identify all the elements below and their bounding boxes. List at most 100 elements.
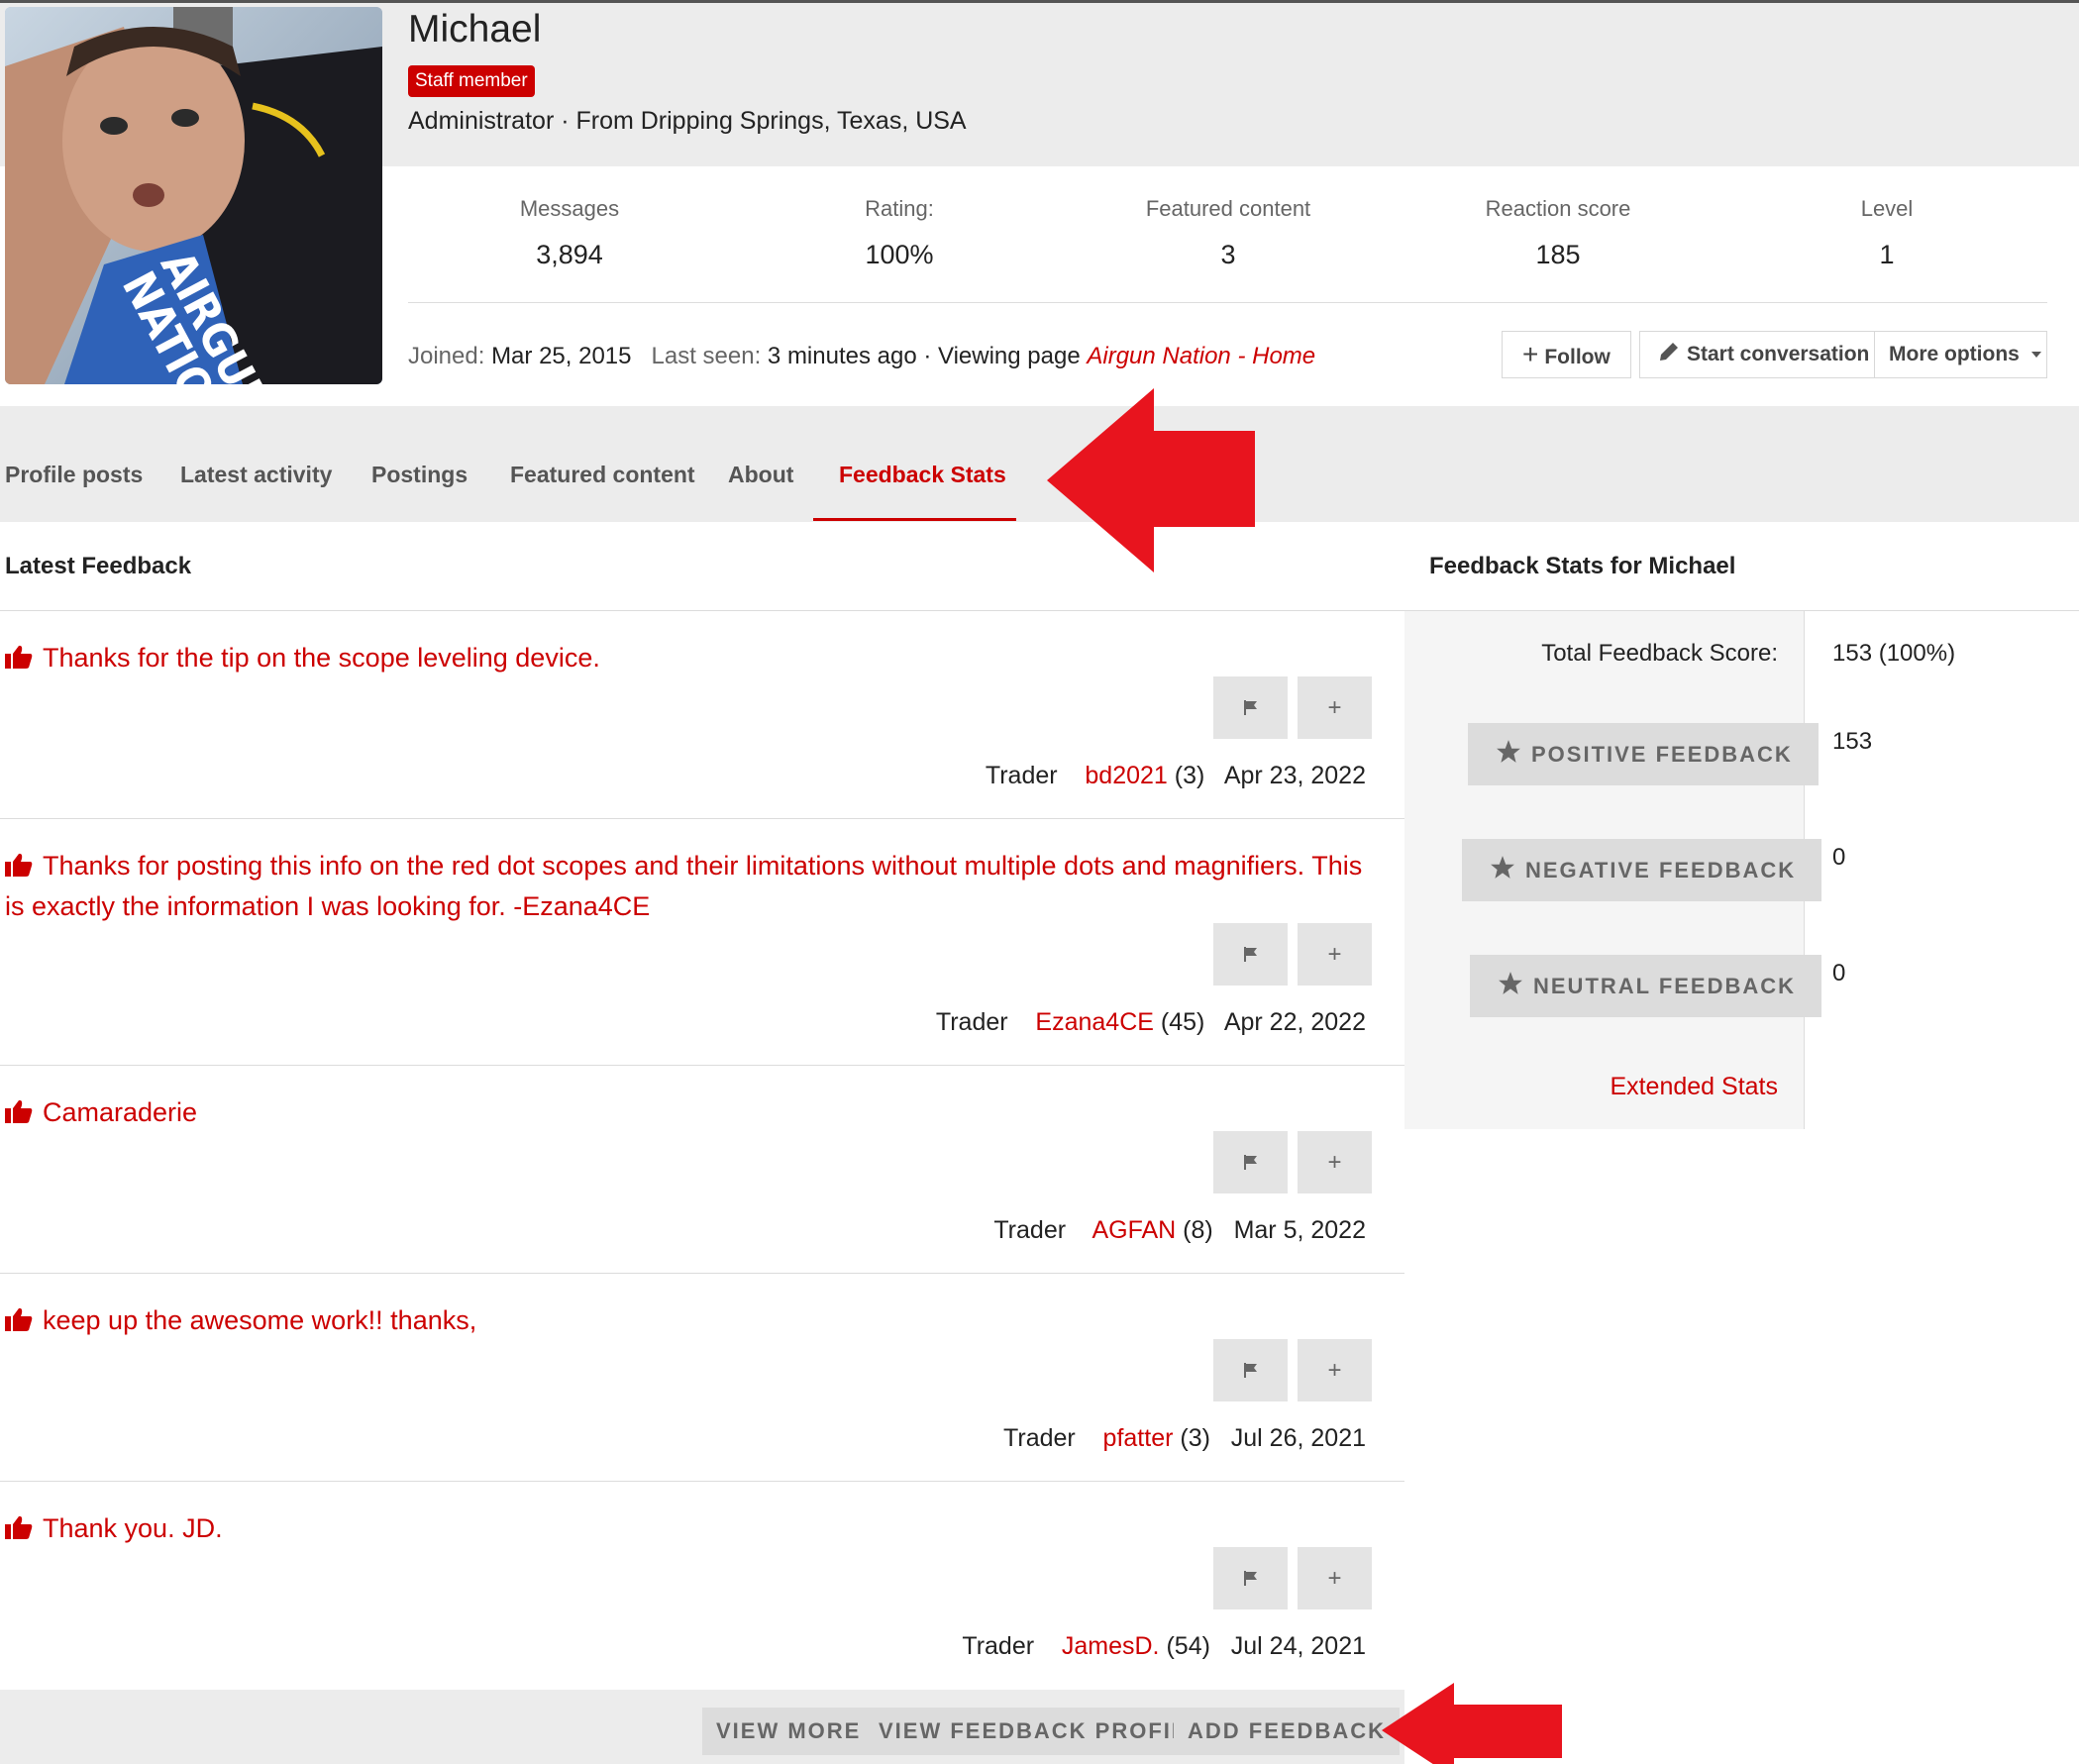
feedback-item-text: Thanks for the tip on the scope leveling… — [5, 639, 1372, 679]
flag-icon — [1243, 1565, 1259, 1592]
stat-value: 1 — [1879, 240, 1895, 269]
negative-feedback-value: 0 — [1832, 844, 1846, 871]
feedback-item-text: Camaraderie — [5, 1093, 1372, 1134]
add-reaction-button[interactable]: + — [1298, 1547, 1372, 1609]
feedback-stats-heading: Feedback Stats for Michael — [1429, 553, 1736, 579]
stat-messages[interactable]: Messages 3,894 — [421, 196, 718, 270]
tab-postings[interactable]: Postings — [371, 462, 468, 488]
view-more-button[interactable]: VIEW MORE — [702, 1708, 876, 1755]
stat-level[interactable]: Level 1 — [1738, 196, 2035, 270]
presence-line: Joined: Mar 25, 2015 Last seen: 3 minute… — [408, 343, 1315, 370]
more-options-button[interactable]: More options — [1874, 331, 2047, 378]
active-tab-indicator — [813, 518, 1016, 521]
divider — [0, 1481, 1404, 1482]
feedback-text: Thank you. JD. — [43, 1513, 223, 1543]
trader-name-link[interactable]: Ezana4CE — [1035, 1008, 1154, 1036]
report-button[interactable] — [1213, 1339, 1288, 1401]
stat-reaction-score[interactable]: Reaction score 185 — [1409, 196, 1707, 270]
trader-name-link[interactable]: JamesD. — [1062, 1632, 1160, 1660]
add-reaction-button[interactable]: + — [1298, 1131, 1372, 1193]
tab-featured-content[interactable]: Featured content — [510, 462, 695, 488]
negative-feedback-label: NEGATIVE FEEDBACK — [1525, 858, 1797, 882]
divider — [408, 302, 2047, 303]
neutral-feedback-value: 0 — [1832, 960, 1846, 986]
trader-role: Trader — [1003, 1424, 1076, 1452]
stat-label: Messages — [519, 196, 620, 221]
feedback-text: keep up the awesome work!! thanks, — [43, 1305, 477, 1335]
stat-rating[interactable]: Rating: 100% — [751, 196, 1048, 270]
stat-label: Featured content — [1145, 196, 1311, 221]
report-button[interactable] — [1213, 1547, 1288, 1609]
feedback-text: Thanks for the tip on the scope leveling… — [43, 643, 600, 673]
thumbs-up-icon — [5, 1095, 33, 1134]
flag-icon — [1243, 941, 1259, 968]
viewing-page-link[interactable]: Airgun Nation - Home — [1087, 343, 1315, 369]
positive-feedback-button[interactable]: POSITIVE FEEDBACK — [1468, 723, 1819, 785]
add-feedback-button[interactable]: ADD FEEDBACK — [1174, 1708, 1400, 1755]
report-button[interactable] — [1213, 923, 1288, 986]
star-icon — [1496, 726, 1521, 788]
last-seen-label: Last seen: — [651, 343, 762, 369]
negative-feedback-button[interactable]: NEGATIVE FEEDBACK — [1462, 839, 1822, 904]
avatar[interactable]: AIRGUN NATION — [5, 7, 382, 384]
positive-feedback-label: POSITIVE FEEDBACK — [1531, 742, 1793, 767]
tab-about[interactable]: About — [728, 462, 793, 488]
feedback-item-text: keep up the awesome work!! thanks, — [5, 1301, 1372, 1342]
tab-latest-activity[interactable]: Latest activity — [180, 462, 332, 488]
annotation-arrow-icon — [1047, 388, 1255, 572]
neutral-feedback-button[interactable]: NEUTRAL FEEDBACK — [1470, 955, 1822, 1020]
trader-count: (3) — [1174, 762, 1205, 789]
trader-role: Trader — [935, 1008, 1008, 1036]
report-button[interactable] — [1213, 1131, 1288, 1193]
trader-count: (54) — [1166, 1632, 1210, 1660]
stat-value: 3 — [1220, 240, 1236, 269]
stat-label: Level — [1860, 196, 1914, 221]
stat-label: Reaction score — [1485, 196, 1631, 221]
divider — [0, 610, 1404, 611]
feedback-meta: Trader JamesD. (54) Jul 24, 2021 — [962, 1632, 1366, 1661]
caret-down-icon — [2030, 352, 2041, 358]
follow-label: Follow — [1544, 346, 1611, 368]
flag-icon — [1243, 1357, 1259, 1384]
trader-name-link[interactable]: AGFAN — [1091, 1216, 1176, 1244]
feedback-date: Jul 26, 2021 — [1230, 1424, 1366, 1452]
trader-name-link[interactable]: pfatter — [1103, 1424, 1174, 1452]
add-reaction-button[interactable]: + — [1298, 676, 1372, 739]
view-feedback-profile-button[interactable]: VIEW FEEDBACK PROFILE — [865, 1708, 1218, 1755]
extended-stats-link[interactable]: Extended Stats — [1404, 1073, 1778, 1101]
stat-featured-content[interactable]: Featured content 3 — [1080, 196, 1377, 270]
star-icon — [1490, 842, 1515, 904]
feedback-date: Jul 24, 2021 — [1230, 1632, 1366, 1660]
feedback-meta: Trader bd2021 (3) Apr 23, 2022 — [986, 762, 1366, 790]
trader-name-link[interactable]: bd2021 — [1085, 762, 1167, 789]
feedback-date: Mar 5, 2022 — [1233, 1216, 1366, 1244]
more-options-label: More options — [1889, 343, 2020, 365]
stat-value: 185 — [1535, 240, 1581, 269]
trader-role: Trader — [962, 1632, 1035, 1660]
username[interactable]: Michael — [408, 8, 541, 52]
flag-icon — [1243, 1149, 1259, 1176]
divider — [0, 1273, 1404, 1274]
add-reaction-button[interactable]: + — [1298, 1339, 1372, 1401]
tab-profile-posts[interactable]: Profile posts — [5, 462, 143, 488]
thumbs-up-icon — [5, 849, 33, 887]
positive-feedback-value: 153 — [1832, 728, 1873, 755]
neutral-feedback-label: NEUTRAL FEEDBACK — [1533, 974, 1797, 998]
trader-count: (45) — [1160, 1008, 1205, 1036]
user-title: Administrator · From Dripping Springs, T… — [408, 107, 967, 135]
follow-button[interactable]: + Follow — [1502, 331, 1631, 378]
start-conversation-button[interactable]: Start conversation — [1639, 331, 1874, 378]
feedback-meta: Trader AGFAN (8) Mar 5, 2022 — [993, 1216, 1366, 1245]
feedback-item-text: Thanks for posting this info on the red … — [5, 847, 1372, 926]
tab-feedback-stats[interactable]: Feedback Stats — [839, 462, 1006, 488]
add-reaction-button[interactable]: + — [1298, 923, 1372, 986]
feedback-text: Camaraderie — [43, 1097, 198, 1127]
report-button[interactable] — [1213, 676, 1288, 739]
start-conversation-label: Start conversation — [1687, 343, 1870, 365]
star-icon — [1498, 958, 1523, 1020]
stat-value: 3,894 — [536, 240, 603, 269]
trader-role: Trader — [985, 762, 1058, 789]
thumbs-up-icon — [5, 1303, 33, 1342]
latest-feedback-heading: Latest Feedback — [5, 553, 192, 579]
joined-label: Joined: — [408, 343, 485, 369]
